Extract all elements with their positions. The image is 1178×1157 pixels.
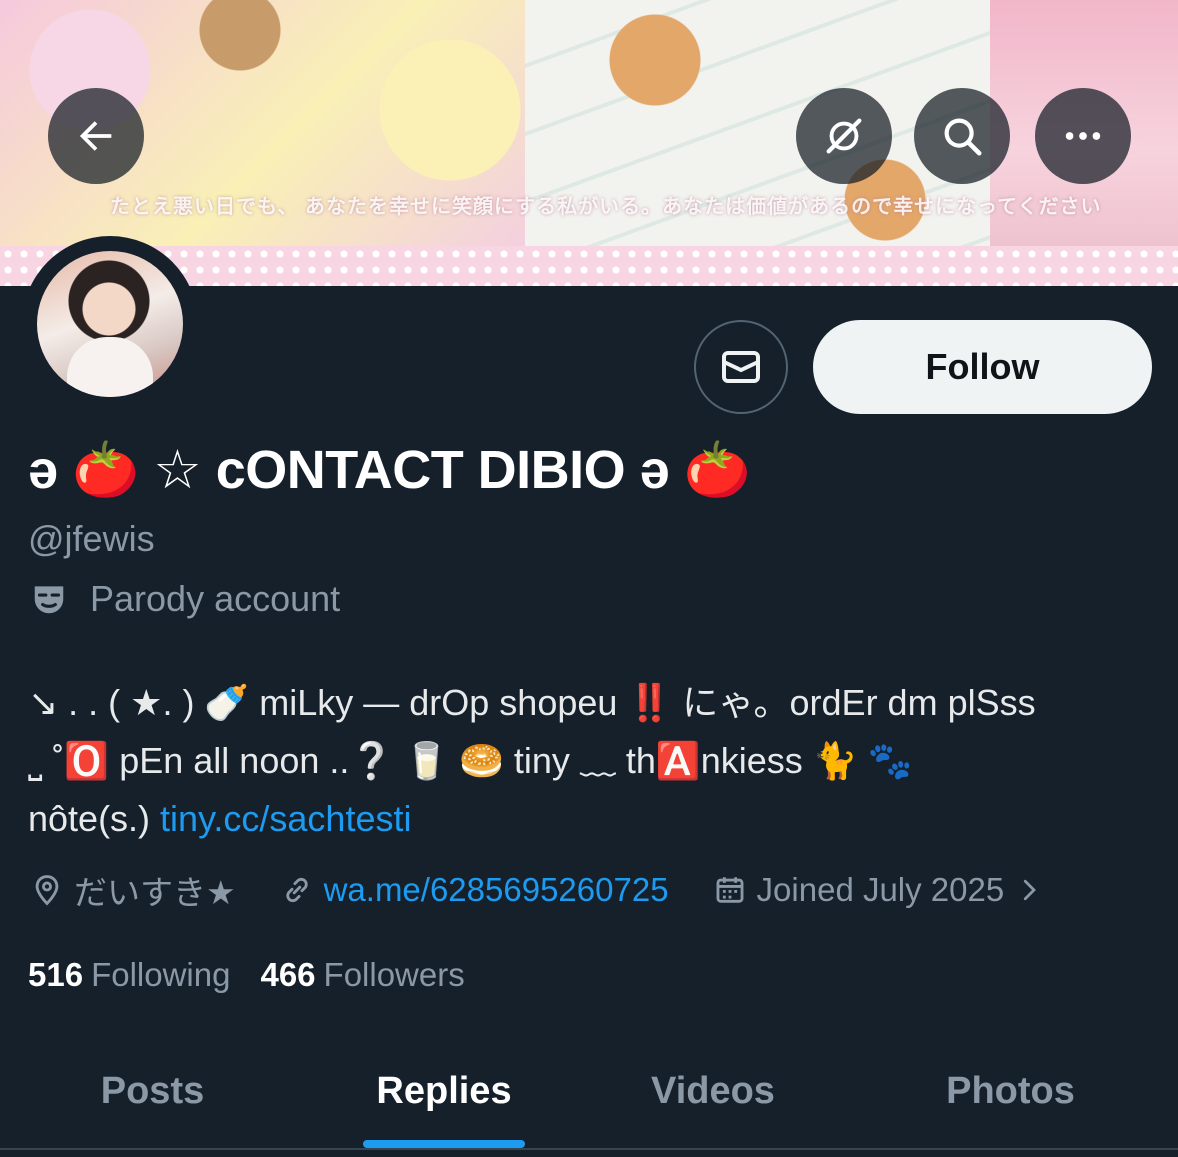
chevron-right-icon bbox=[1024, 879, 1037, 901]
search-icon bbox=[944, 118, 982, 156]
parody-label: Parody account bbox=[30, 578, 340, 620]
avatar-figure bbox=[67, 337, 153, 397]
profile-meta: だいすき★ wa.me/6285695260725 Joined July 20… bbox=[30, 866, 1044, 914]
website-link[interactable]: wa.me/6285695260725 bbox=[324, 871, 669, 909]
follow-button[interactable]: Follow bbox=[813, 320, 1152, 414]
tab-label: Posts bbox=[100, 1069, 205, 1112]
profile-tabs: Posts Replies Videos Photos bbox=[0, 1032, 1178, 1150]
location-pin-icon bbox=[35, 875, 59, 906]
message-button[interactable] bbox=[694, 320, 788, 414]
display-name: ə 🍅 ☆ cONTACT DIBIO ə 🍅 bbox=[28, 440, 751, 500]
follow-stats: 516 Following 466 Followers bbox=[28, 956, 465, 994]
location-text: だいすき★ bbox=[74, 874, 236, 911]
tab-label: Replies bbox=[376, 1069, 512, 1112]
tab-label: Videos bbox=[651, 1069, 775, 1112]
banner-caption: たとえ悪い日でも、 あなたを幸せに笑顔にする私がいる。あなたは価値があるので幸せ… bbox=[110, 196, 1102, 218]
tab-replies[interactable]: Replies bbox=[305, 1032, 583, 1150]
avatar[interactable] bbox=[22, 236, 198, 412]
tab-photos[interactable]: Photos bbox=[843, 1032, 1178, 1150]
bio-line: ↘ . . ( ★. ) 🍼 miLky — drOp shopeu ‼️ にゃ… bbox=[28, 682, 1036, 723]
tab-label: Photos bbox=[946, 1069, 1075, 1112]
link-icon bbox=[285, 877, 308, 903]
bio-link[interactable]: tiny.cc/sachtesti bbox=[160, 798, 411, 839]
following-stat[interactable]: 516 Following bbox=[28, 956, 230, 994]
location: だいすき★ bbox=[30, 866, 236, 914]
arrow-left-icon bbox=[79, 121, 112, 151]
parody-label-text: Parody account bbox=[90, 578, 341, 619]
grok-button[interactable] bbox=[796, 88, 892, 184]
website[interactable]: wa.me/6285695260725 bbox=[280, 871, 669, 909]
tab-videos[interactable]: Videos bbox=[583, 1032, 843, 1150]
tab-posts[interactable]: Posts bbox=[0, 1032, 305, 1150]
bio-line: ⎵ ˚🅾️ pEn all noon ..❔ 🥛 🥯 tiny ﹏ th🅰️nk… bbox=[28, 740, 913, 781]
calendar-icon bbox=[716, 877, 744, 903]
followers-count: 466 bbox=[260, 956, 316, 993]
profile-bio: ↘ . . ( ★. ) 🍼 miLky — drOp shopeu ‼️ にゃ… bbox=[28, 674, 1158, 848]
following-label: Following bbox=[91, 956, 231, 993]
envelope-icon bbox=[722, 351, 760, 383]
back-button[interactable] bbox=[48, 88, 144, 184]
followers-label: Followers bbox=[323, 956, 465, 993]
search-button[interactable] bbox=[914, 88, 1010, 184]
user-handle: @jfewis bbox=[28, 518, 155, 559]
followers-stat[interactable]: 466 Followers bbox=[260, 956, 464, 994]
joined-date[interactable]: Joined July 2025 bbox=[713, 871, 1045, 909]
mask-icon bbox=[34, 586, 64, 614]
joined-text: Joined July 2025 bbox=[756, 871, 1005, 908]
following-count: 516 bbox=[28, 956, 84, 993]
bio-text: nôte(s.) bbox=[28, 798, 161, 839]
tabs-divider bbox=[0, 1148, 1178, 1150]
grok-icon bbox=[826, 118, 862, 154]
active-tab-indicator bbox=[363, 1140, 525, 1148]
bio-line: nôte(s.) tiny.cc/sachtesti bbox=[28, 790, 1158, 848]
more-button[interactable] bbox=[1035, 88, 1131, 184]
avatar-image bbox=[37, 251, 183, 397]
more-icon bbox=[1065, 132, 1101, 140]
